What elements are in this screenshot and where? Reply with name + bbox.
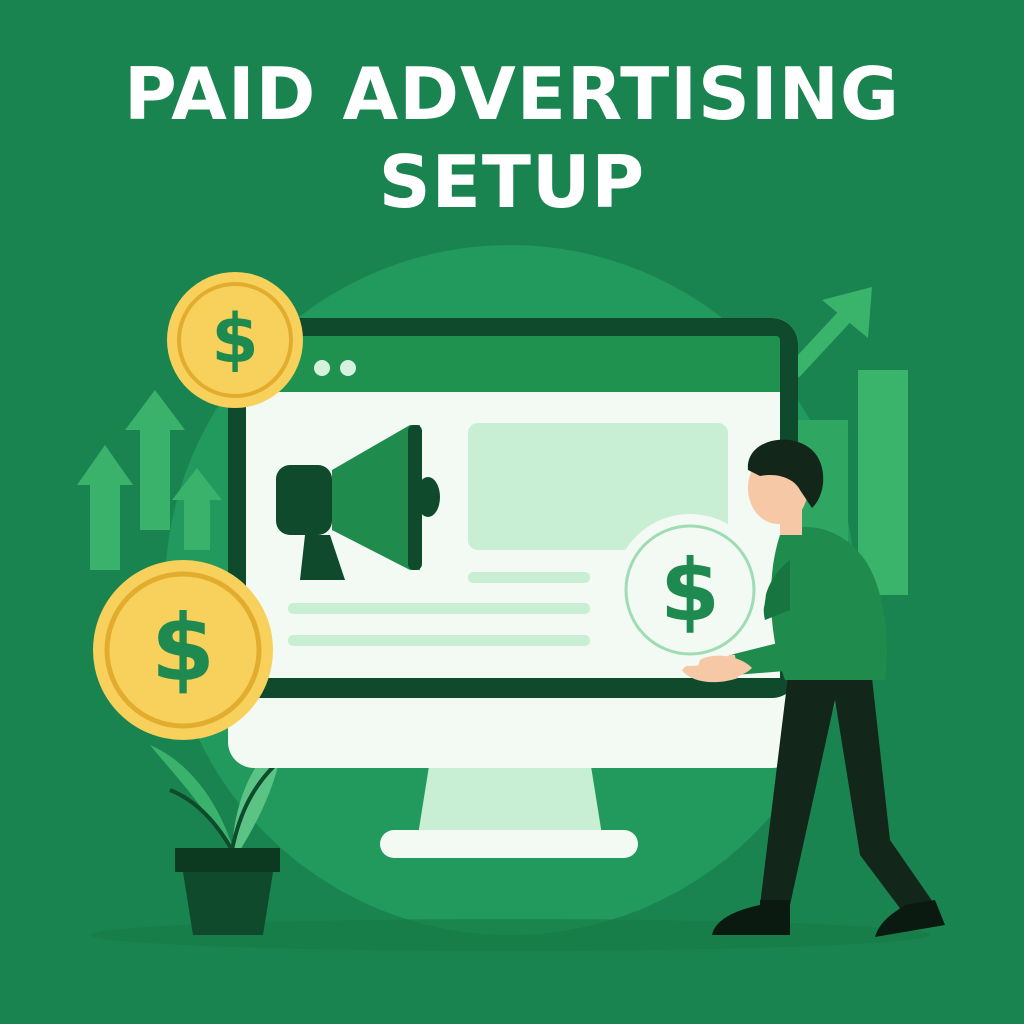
window-dot — [340, 360, 356, 376]
text-line — [468, 572, 590, 583]
dollar-coin-icon: $ — [614, 514, 766, 666]
svg-text:$: $ — [151, 595, 215, 702]
illustration: PAID ADVERTISING SETUP $ $ $ — [0, 0, 1024, 1024]
window-dot — [314, 360, 330, 376]
text-line — [288, 603, 590, 614]
text-line — [288, 635, 590, 646]
dollar-coin-icon: $ — [93, 560, 273, 740]
svg-text:$: $ — [660, 541, 720, 641]
svg-text:$: $ — [211, 300, 258, 379]
artwork: $ $ $ — [77, 245, 945, 951]
monitor-stand — [418, 760, 602, 835]
monitor-chin — [248, 700, 778, 760]
dollar-coin-icon: $ — [167, 272, 303, 408]
monitor-base — [380, 830, 638, 858]
growth-arrow-icon — [787, 287, 872, 378]
arrow-up-icon — [77, 445, 133, 570]
